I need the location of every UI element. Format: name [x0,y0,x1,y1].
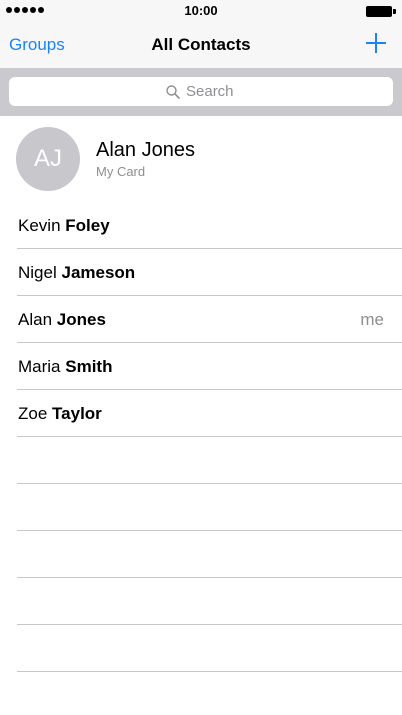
add-contact-button[interactable] [366,33,386,53]
my-card[interactable]: AJ Alan Jones My Card [0,116,402,202]
my-card-subtitle: My Card [96,164,146,179]
contact-last-name: Smith [65,357,113,376]
me-badge: me [360,310,384,329]
search-bar [0,68,402,116]
contact-row[interactable]: Zoe Taylor [0,390,402,437]
status-bar: 10:00 [0,0,402,22]
empty-row [0,531,402,578]
empty-row [0,484,402,531]
avatar: AJ [16,127,80,191]
contact-list: Kevin Foley Nigel Jameson Alan Jones me … [0,202,402,672]
contact-row[interactable]: Alan Jones me [0,296,402,343]
search-input[interactable] [186,83,236,100]
contact-last-name: Jones [56,310,106,329]
empty-row [0,625,402,672]
contact-first-name: Kevin [18,216,61,235]
navigation-bar: Groups All Contacts [0,22,402,68]
contact-name: Alan Jones [18,310,106,330]
contact-last-name: Foley [65,216,110,235]
search-field[interactable] [9,77,393,106]
avatar-initials: AJ [33,145,62,172]
contact-first-name: Nigel [18,263,57,282]
contact-name: Maria Smith [18,357,112,377]
contact-last-name: Taylor [52,404,102,423]
search-icon [166,84,180,99]
contact-first-name: Alan [18,310,53,329]
row-divider [17,671,402,672]
empty-row [0,437,402,484]
empty-row [0,578,402,625]
contact-name: Zoe Taylor [18,404,102,424]
contact-row[interactable]: Maria Smith [0,343,402,390]
contact-name: Kevin Foley [18,216,110,236]
my-card-name: Alan Jones [96,139,195,161]
contact-first-name: Zoe [18,404,48,423]
contact-row[interactable]: Kevin Foley [0,202,402,249]
battery-icon [366,6,396,17]
status-time: 10:00 [184,3,218,18]
contact-row[interactable]: Nigel Jameson [0,249,402,296]
plus-icon [366,33,386,53]
contact-last-name: Jameson [61,263,136,282]
contact-name: Nigel Jameson [18,263,135,283]
groups-button[interactable]: Groups [9,35,65,55]
contact-first-name: Maria [18,357,61,376]
